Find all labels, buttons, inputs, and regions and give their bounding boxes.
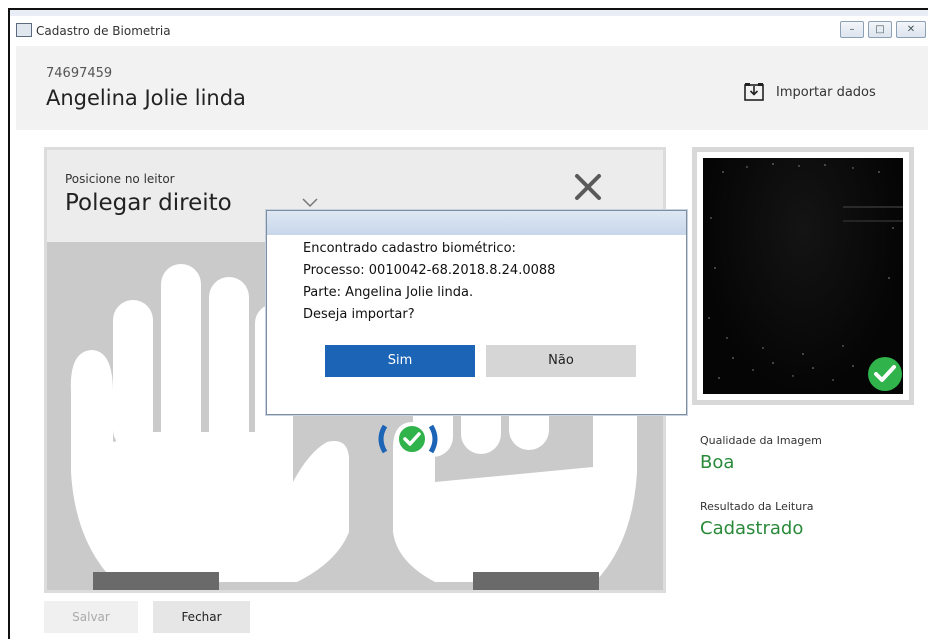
- import-tray-icon: [744, 83, 764, 101]
- quality-label: Qualidade da Imagem: [700, 434, 822, 447]
- fingerprint-preview: [692, 147, 914, 405]
- close-x-icon[interactable]: [573, 172, 603, 202]
- check-circle-icon: [868, 357, 902, 391]
- person-header: 74697459 Angelina Jolie linda Importar d…: [16, 46, 928, 130]
- finger-selector[interactable]: Polegar direito: [65, 190, 232, 216]
- import-data-label: Importar dados: [776, 85, 876, 100]
- close-button[interactable]: Fechar: [153, 601, 250, 633]
- import-confirm-dialog: Encontrado cadastro biométrico: Processo…: [266, 210, 687, 415]
- fingerprint-image: [703, 158, 903, 394]
- read-result-value: Cadastrado: [700, 518, 804, 539]
- person-id: 74697459: [46, 66, 113, 81]
- yes-button[interactable]: Sim: [325, 345, 475, 377]
- dialog-caption-bar: [267, 211, 686, 235]
- app-window: Cadastro de Biometria – □ ✕ 74697459 Ang…: [8, 8, 928, 639]
- no-button[interactable]: Não: [486, 345, 636, 377]
- maximize-button[interactable]: □: [868, 21, 892, 38]
- prompt-label: Posicione no leitor: [65, 172, 175, 186]
- window-title: Cadastro de Biometria: [36, 24, 171, 38]
- close-window-button[interactable]: ✕: [896, 21, 926, 38]
- read-result-label: Resultado da Leitura: [700, 500, 814, 513]
- chevron-down-icon[interactable]: [302, 198, 318, 208]
- quality-value: Boa: [700, 452, 735, 473]
- app-window-icon: [16, 23, 32, 37]
- title-bar: Cadastro de Biometria – □ ✕: [10, 16, 928, 46]
- save-button[interactable]: Salvar: [44, 601, 138, 633]
- dialog-message-line: Processo: 0010042-68.2018.8.24.0088: [303, 263, 556, 278]
- minimize-button[interactable]: –: [840, 21, 864, 38]
- dialog-message-line: Encontrado cadastro biométrico:: [303, 241, 516, 256]
- person-name: Angelina Jolie linda: [46, 86, 246, 110]
- dialog-message-line: Parte: Angelina Jolie linda.: [303, 285, 474, 300]
- fingerprint-scan-icon: [378, 424, 438, 454]
- dialog-message-line: Deseja importar?: [303, 307, 415, 322]
